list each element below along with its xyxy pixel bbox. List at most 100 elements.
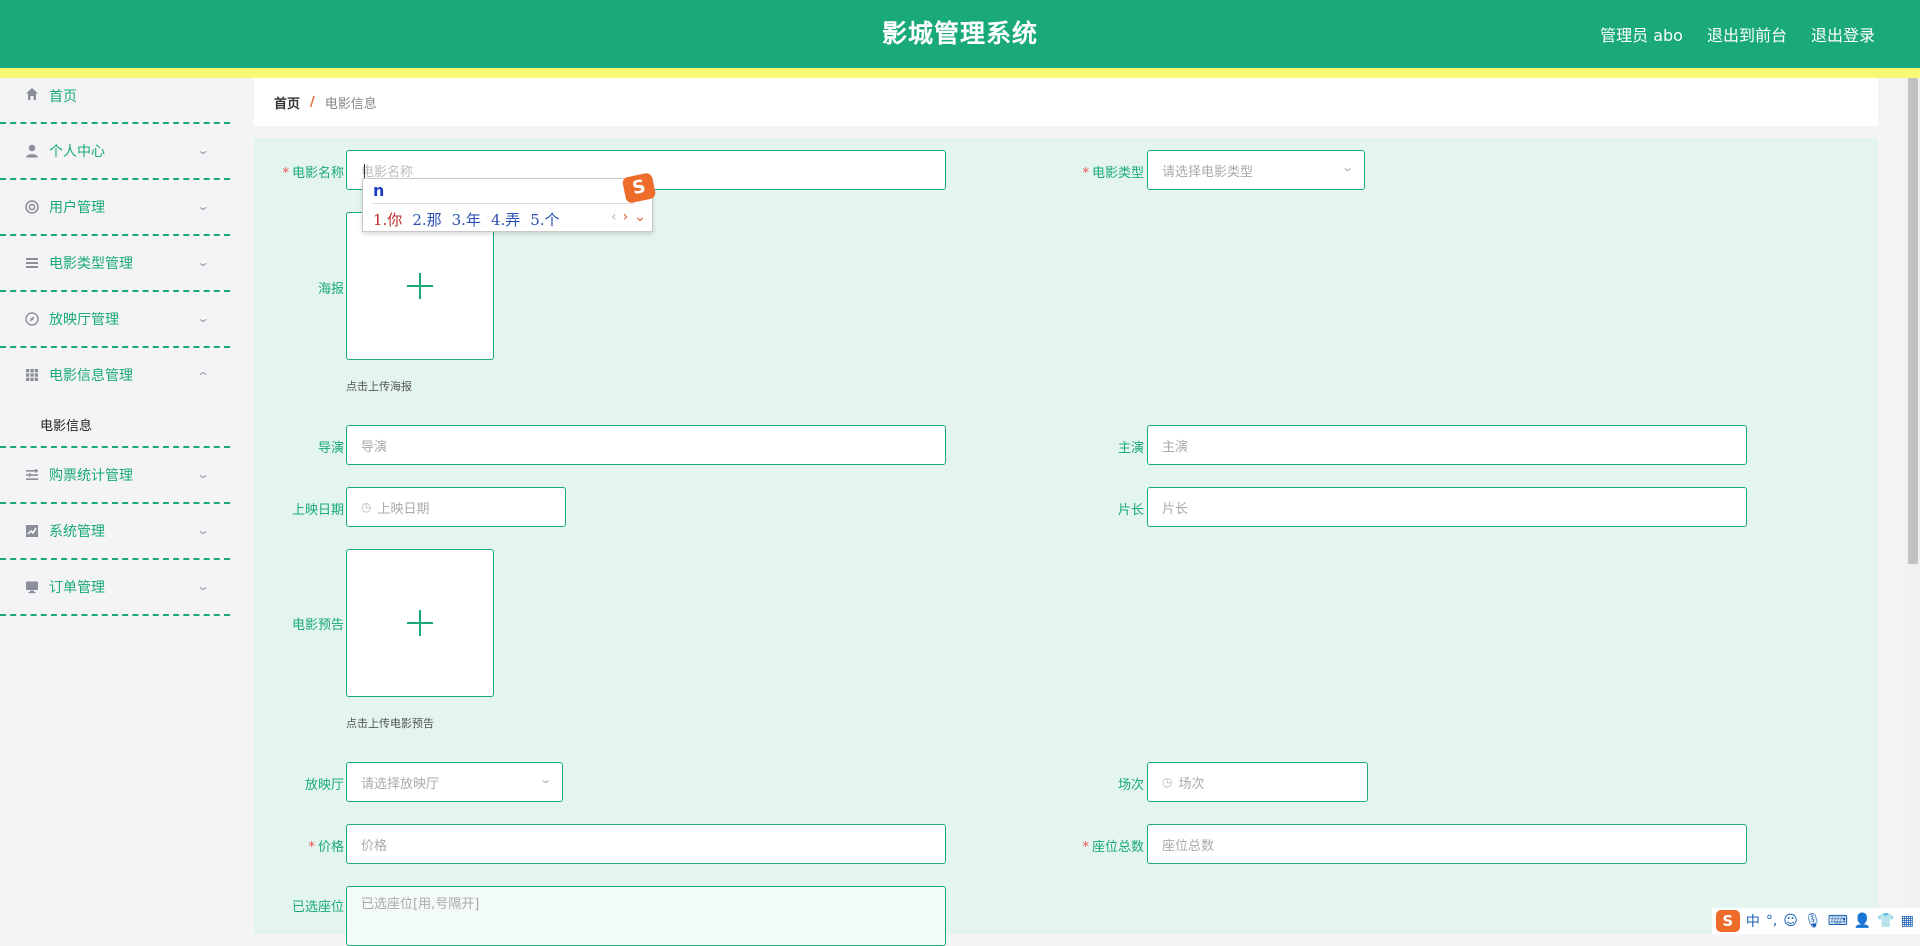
breadcrumb: 首页 / 电影信息: [254, 78, 1878, 126]
sogou-logo-icon[interactable]: S: [1715, 910, 1740, 932]
emoji-icon[interactable]: ☺: [1783, 913, 1798, 929]
chevron-up-icon: ⌄: [195, 369, 211, 383]
chevron-down-icon: ⌄: [195, 255, 211, 269]
sidebar-item-halls[interactable]: 放映厅管理 ⌄: [0, 292, 230, 348]
ime-nav: ‹ › ⌄: [611, 209, 646, 225]
microphone-icon[interactable]: 🎙: [1804, 913, 1822, 929]
chart-icon: [24, 523, 40, 539]
logout-link[interactable]: 退出登录: [1811, 22, 1875, 46]
sidebar-item-label: 放映厅管理: [49, 312, 119, 328]
sidebar-item-label: 购票统计管理: [49, 468, 133, 484]
movie-name-label: * 电影名称: [282, 166, 344, 181]
actors-input[interactable]: 主演: [1147, 425, 1747, 465]
sidebar-item-ticket-stats[interactable]: 购票统计管理 ⌄: [0, 448, 230, 504]
sidebar-item-home[interactable]: 首页: [0, 78, 230, 124]
clock-icon: ◷: [361, 500, 372, 514]
chevron-down-icon: ⌄: [195, 523, 211, 537]
chevron-left-icon[interactable]: ‹: [611, 209, 617, 225]
shirt-icon[interactable]: 👕: [1877, 913, 1894, 929]
keyboard-icon[interactable]: ⌨: [1828, 913, 1848, 929]
plus-icon: [407, 273, 433, 299]
ime-punct-toggle[interactable]: °,: [1766, 913, 1777, 929]
compass-icon: [24, 311, 40, 327]
chevron-down-icon: ⌄: [1340, 161, 1354, 174]
sidebar-item-orders[interactable]: 订单管理 ⌄: [0, 560, 230, 616]
ime-candidate[interactable]: 4.弄: [491, 209, 520, 230]
ime-candidate[interactable]: 5.个: [530, 209, 559, 230]
lifebuoy-icon: [24, 199, 40, 215]
chevron-down-icon: ⌄: [195, 467, 211, 481]
breadcrumb-separator: /: [310, 94, 315, 110]
sidebar-item-users[interactable]: 用户管理 ⌄: [0, 180, 230, 236]
poster-hint: 点击上传海报: [346, 380, 412, 393]
sidebar-item-system[interactable]: 系统管理 ⌄: [0, 504, 230, 560]
poster-upload[interactable]: [346, 212, 494, 360]
director-input[interactable]: 导演: [346, 425, 946, 465]
header-stripe: [0, 68, 1920, 78]
monitor-icon: [24, 579, 40, 595]
sidebar-item-label: 电影信息管理: [49, 368, 133, 384]
release-date-input[interactable]: ◷ 上映日期: [346, 487, 566, 527]
header-actions: 管理员 abo 退出到前台 退出登录: [1600, 22, 1875, 46]
sidebar-item-label: 个人中心: [49, 144, 105, 160]
trailer-label: 电影预告: [291, 618, 344, 633]
price-label: * 价格: [308, 840, 344, 855]
session-label: 场次: [1117, 778, 1144, 793]
ime-candidate[interactable]: 2.那: [412, 209, 441, 230]
trailer-hint: 点击上传电影预告: [346, 717, 434, 730]
chevron-down-icon: ⌄: [195, 143, 211, 157]
chevron-down-icon: ⌄: [195, 199, 211, 213]
trailer-upload[interactable]: [346, 549, 494, 697]
actors-label: 主演: [1117, 441, 1144, 456]
chevron-right-icon[interactable]: ›: [623, 209, 629, 225]
sidebar-item-profile[interactable]: 个人中心 ⌄: [0, 124, 230, 180]
user-icon[interactable]: 👤: [1854, 913, 1871, 929]
ime-candidate-popup[interactable]: n 1.你 2.那 3.年 4.弄 5.个 ‹ › ⌄ S: [362, 172, 657, 232]
poster-label: 海报: [317, 282, 344, 297]
breadcrumb-home[interactable]: 首页: [274, 93, 300, 112]
sogou-logo-icon: S: [621, 172, 657, 204]
movie-type-select[interactable]: 请选择电影类型 ⌄: [1147, 150, 1365, 190]
chevron-down-icon: ⌄: [195, 311, 211, 325]
top-header: 影城管理系统 管理员 abo 退出到前台 退出登录: [0, 0, 1920, 68]
scrollbar-thumb[interactable]: [1908, 78, 1918, 564]
admin-label: 管理员 abo: [1600, 26, 1683, 45]
duration-label: 片长: [1117, 503, 1144, 518]
selected-seats-textarea[interactable]: 已选座位[用,号隔开]: [346, 886, 946, 946]
chevron-down-icon: ⌄: [195, 579, 211, 593]
ime-candidates: 1.你 2.那 3.年 4.弄 5.个: [373, 209, 560, 230]
director-label: 导演: [317, 441, 344, 456]
sidebar-subitem-movie-info[interactable]: 电影信息: [0, 402, 230, 448]
plus-icon: [407, 610, 433, 636]
session-input[interactable]: ◷ 场次: [1147, 762, 1368, 802]
movie-form: * 电影名称 电影名称 * 电影类型 请选择电影类型 ⌄ 海报 点击上传海报 导演 导…: [254, 138, 1878, 946]
chevron-down-icon: ⌄: [538, 773, 552, 786]
price-input[interactable]: 价格: [346, 824, 946, 864]
ime-candidate[interactable]: 3.年: [452, 209, 481, 230]
hall-label: 放映厅: [304, 778, 344, 793]
page-scrollbar[interactable]: [1904, 78, 1920, 934]
hall-select[interactable]: 请选择放映厅 ⌄: [346, 762, 563, 802]
menu-icon: [24, 467, 40, 483]
movie-type-label: * 电影类型: [1082, 166, 1144, 181]
sidebar-item-label: 系统管理: [49, 524, 105, 540]
chevron-down-icon[interactable]: ⌄: [634, 209, 646, 225]
ime-composition: n: [373, 181, 635, 204]
sidebar-item-label: 电影类型管理: [49, 256, 133, 272]
sidebar-item-movie-types[interactable]: 电影类型管理 ⌄: [0, 236, 230, 292]
user-icon: [24, 143, 40, 159]
breadcrumb-current: 电影信息: [324, 96, 377, 112]
ime-candidate[interactable]: 1.你: [373, 209, 402, 230]
sidebar-item-label: 首页: [49, 89, 77, 105]
selected-seats-label: 已选座位: [291, 900, 344, 915]
ime-lang-toggle[interactable]: 中: [1746, 911, 1760, 931]
seat-total-label: * 座位总数: [1082, 840, 1144, 855]
home-icon: [24, 86, 40, 102]
sidebar-item-movie-info[interactable]: 电影信息管理 ⌄: [0, 348, 230, 402]
sidebar-item-label: 用户管理: [49, 200, 105, 216]
exit-to-front-link[interactable]: 退出到前台: [1707, 22, 1787, 46]
duration-input[interactable]: 片长: [1147, 487, 1747, 527]
grid-icon[interactable]: ▦: [1901, 913, 1914, 929]
seat-total-input[interactable]: 座位总数: [1147, 824, 1747, 864]
ime-toolbar: S 中 °, ☺ 🎙 ⌨ 👤 👕 ▦: [1711, 908, 1920, 934]
